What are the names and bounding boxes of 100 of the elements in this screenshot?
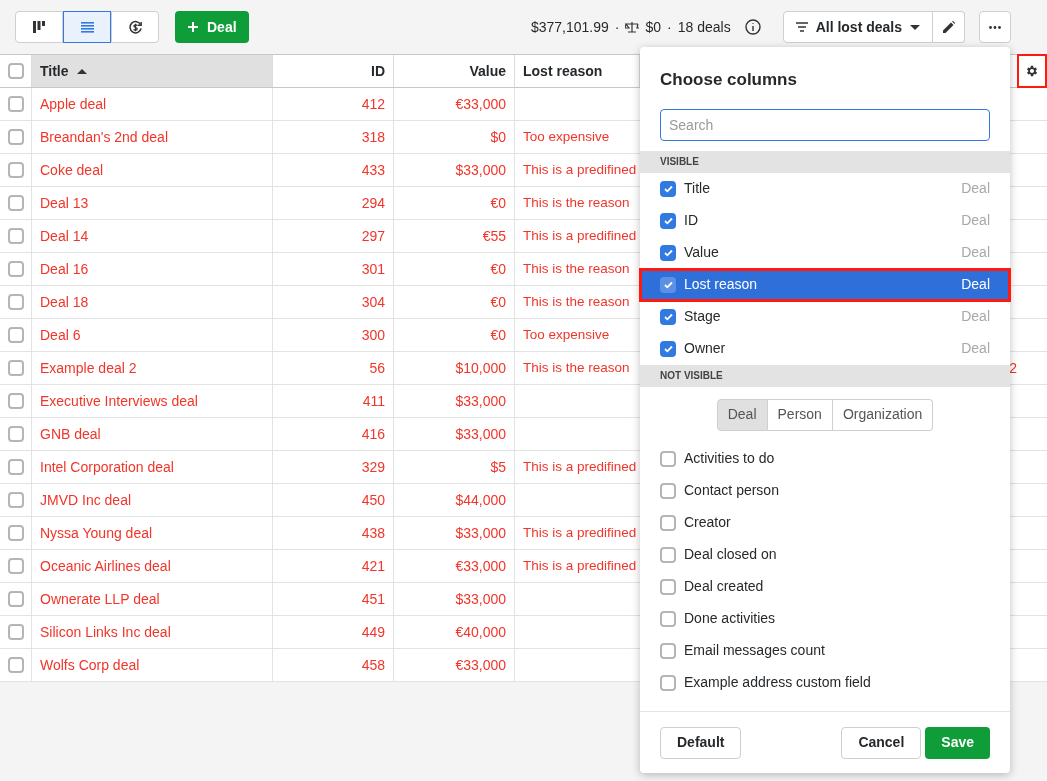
deal-title-link[interactable]: Executive Interviews deal — [40, 390, 198, 412]
column-option[interactable]: Title Deal — [640, 172, 1010, 205]
deal-title-link[interactable]: Deal 18 — [40, 291, 89, 313]
checkbox[interactable] — [7, 558, 24, 574]
checkbox[interactable] — [660, 546, 676, 563]
checkbox[interactable] — [7, 459, 24, 475]
checkbox[interactable] — [660, 642, 676, 659]
info-icon[interactable] — [744, 19, 761, 35]
checkbox[interactable] — [7, 426, 24, 442]
checkbox[interactable] — [660, 212, 676, 229]
deal-title-link[interactable]: Deal 13 — [40, 192, 89, 214]
checkbox[interactable] — [7, 129, 24, 145]
deal-title-link[interactable]: Coke deal — [40, 159, 104, 181]
deal-title-link[interactable]: Example deal 2 — [40, 357, 137, 379]
table-cell-text: 458 — [361, 655, 385, 675]
checkbox[interactable] — [7, 393, 24, 409]
checkbox[interactable] — [660, 514, 676, 531]
checkbox[interactable] — [660, 308, 676, 325]
checkbox[interactable] — [7, 525, 24, 541]
save-button[interactable]: Save — [925, 726, 990, 759]
table-cell-text: 300 — [361, 325, 385, 345]
deal-title-link[interactable]: Deal 16 — [40, 258, 89, 280]
edit-button[interactable] — [933, 11, 965, 43]
filter-dropdown[interactable]: All lost deals — [782, 11, 933, 43]
source-tab[interactable]: Person — [767, 398, 833, 431]
deal-title-link[interactable]: Apple deal — [40, 93, 107, 115]
option-label: Value — [684, 243, 719, 262]
option-label[interactable]: Done activities — [684, 608, 776, 629]
option-label[interactable]: Creator — [684, 512, 731, 533]
checkbox[interactable] — [7, 327, 24, 343]
table-cell-text: This is a predifined — [523, 556, 637, 575]
table-cell-text: 411 — [362, 391, 385, 411]
checkbox[interactable] — [7, 228, 24, 244]
dollar-circle-icon — [127, 19, 143, 35]
option-label[interactable]: Contact person — [684, 480, 779, 501]
deal-title-link[interactable]: GNB deal — [40, 423, 101, 445]
checkbox[interactable] — [7, 195, 24, 211]
checkbox[interactable] — [660, 276, 676, 293]
search-field[interactable]: Search — [660, 108, 990, 141]
option-label: Stage — [684, 307, 721, 326]
column-option[interactable]: ID Deal — [640, 204, 1010, 237]
table-cell-text: 301 — [361, 259, 385, 279]
source-tab[interactable]: Deal — [716, 398, 768, 431]
option-label: ID — [684, 211, 698, 230]
default-button[interactable]: Default — [660, 726, 742, 759]
column-header[interactable]: Title — [32, 55, 273, 87]
deal-title-link[interactable]: Deal 14 — [40, 225, 89, 247]
source-tab[interactable]: Organization — [832, 398, 934, 431]
table-cell-text: 416 — [361, 424, 385, 444]
filter-icon — [795, 22, 808, 32]
deal-title-link[interactable]: Breandan's 2nd deal — [40, 126, 168, 148]
column-header[interactable]: ID — [273, 55, 394, 87]
deal-title-link[interactable]: Silicon Links Inc deal — [40, 621, 171, 643]
deal-count: 18 deals — [677, 17, 731, 37]
checkbox[interactable] — [7, 591, 24, 607]
column-option[interactable]: Owner Deal — [640, 332, 1010, 365]
deal-title-link[interactable]: Wolfs Corp deal — [40, 654, 140, 676]
checkbox[interactable] — [660, 180, 676, 197]
cancel-button[interactable]: Cancel — [841, 726, 922, 759]
checkbox[interactable] — [660, 340, 676, 357]
more-button[interactable] — [979, 11, 1011, 43]
table-cell-text: €33,000 — [455, 556, 506, 576]
option-label[interactable]: Deal closed on — [684, 544, 777, 565]
deal-title-link[interactable]: Deal 6 — [40, 324, 81, 346]
deal-title-link[interactable]: Oceanic Airlines deal — [40, 555, 171, 577]
option-label[interactable]: Activities to do — [684, 448, 775, 469]
column-header[interactable]: Value — [394, 55, 515, 87]
deal-title-link[interactable]: Nyssa Young deal — [40, 522, 153, 544]
column-option[interactable]: Lost reason Deal — [640, 268, 1010, 301]
checkbox[interactable] — [7, 492, 24, 508]
option-label: Title — [684, 179, 710, 198]
deal-title-link[interactable]: JMVD Inc deal — [40, 489, 132, 511]
separator: · — [667, 17, 672, 37]
column-option[interactable]: Value Deal — [640, 236, 1010, 269]
checkbox[interactable] — [660, 610, 676, 627]
checkbox[interactable] — [7, 63, 24, 79]
check-icon — [663, 312, 673, 321]
table-cell-text: €0 — [490, 193, 506, 213]
checkbox[interactable] — [7, 360, 24, 376]
checkbox[interactable] — [660, 244, 676, 261]
checkbox[interactable] — [7, 162, 24, 178]
checkbox[interactable] — [7, 624, 24, 640]
checkbox[interactable] — [660, 482, 676, 499]
add-deal-button[interactable]: Deal — [175, 11, 249, 43]
checkbox[interactable] — [7, 96, 24, 112]
deal-title-link[interactable]: Intel Corporation deal — [40, 456, 174, 478]
deal-title-link[interactable]: Ownerate LLP deal — [40, 588, 160, 610]
checkbox[interactable] — [7, 294, 24, 310]
checkbox[interactable] — [7, 657, 24, 673]
settings-button[interactable] — [1017, 54, 1047, 88]
checkbox[interactable] — [660, 578, 676, 595]
checkbox[interactable] — [660, 450, 676, 467]
column-option[interactable]: Stage Deal — [640, 300, 1010, 333]
option-label[interactable]: Example address custom field — [684, 672, 871, 693]
checkbox[interactable] — [7, 261, 24, 277]
option-label[interactable]: Deal created — [684, 576, 764, 597]
table-cell-text: €55 — [482, 226, 506, 246]
option-label[interactable]: Email messages count — [684, 640, 825, 661]
table-cell-text: This is a predifined — [523, 457, 637, 476]
checkbox[interactable] — [660, 674, 676, 691]
